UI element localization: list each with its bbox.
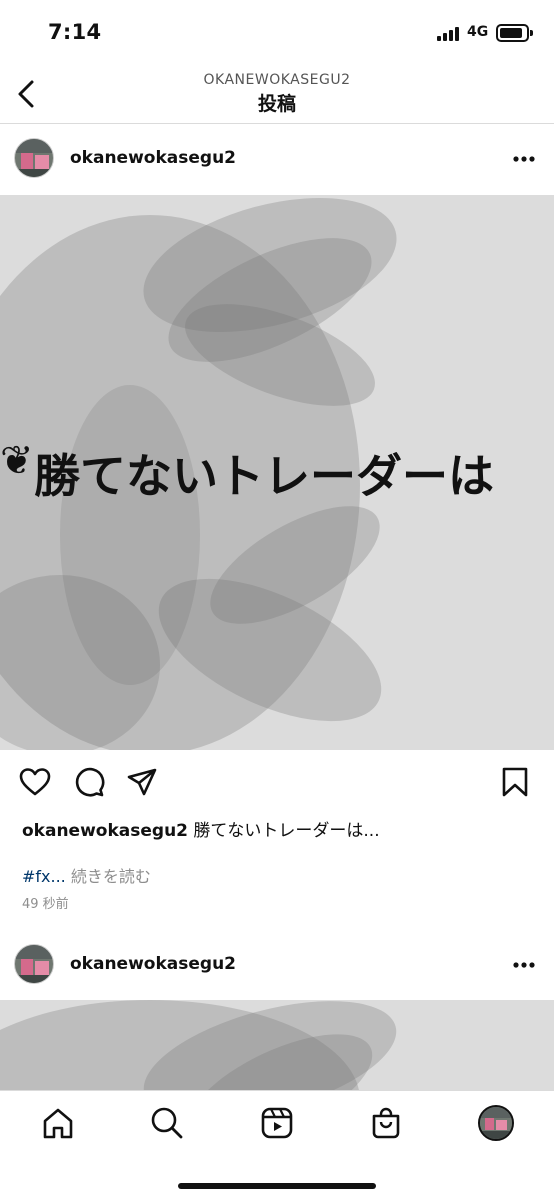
more-button[interactable] bbox=[508, 149, 540, 169]
ellipsis-icon bbox=[513, 962, 535, 968]
post-image-2[interactable] bbox=[0, 1000, 554, 1090]
heart-icon bbox=[19, 768, 51, 796]
save-button[interactable] bbox=[500, 766, 530, 802]
post-timestamp: 49 秒前 bbox=[22, 897, 69, 912]
nav-header: OKANEWOKASEGU2 投稿 bbox=[0, 64, 554, 124]
signal-icon bbox=[437, 27, 463, 41]
caption-username[interactable]: okanewokasegu2 bbox=[22, 821, 188, 841]
post-header: okanewokasegu2 bbox=[0, 124, 554, 194]
reels-icon bbox=[261, 1107, 293, 1139]
read-more-link[interactable]: 続きを読む bbox=[71, 867, 151, 886]
more-button[interactable] bbox=[508, 955, 540, 975]
send-icon bbox=[127, 768, 157, 796]
share-button[interactable] bbox=[126, 766, 158, 802]
post-header-2: okanewokasegu2 bbox=[0, 930, 554, 1000]
tab-profile-avatar[interactable] bbox=[478, 1105, 514, 1141]
post-image[interactable]: ❦ 勝てないトレーダーは bbox=[0, 195, 554, 750]
hashtag-link[interactable]: #fx... bbox=[22, 867, 66, 886]
caption-text: 勝てないトレーダーは... bbox=[193, 821, 380, 841]
like-button[interactable] bbox=[18, 766, 52, 802]
status-bar: 7:14 4G bbox=[0, 0, 554, 64]
shop-icon bbox=[372, 1107, 400, 1139]
search-icon bbox=[151, 1107, 183, 1139]
page-title: 投稿 bbox=[257, 93, 296, 115]
comment-button[interactable] bbox=[73, 766, 105, 802]
avatar[interactable] bbox=[14, 944, 54, 984]
image-text-label: 勝てないトレーダーは bbox=[34, 449, 494, 503]
status-time: 7:14 bbox=[48, 20, 102, 44]
tab-search[interactable] bbox=[149, 1105, 185, 1141]
bookmark-icon bbox=[502, 767, 528, 797]
comment-icon bbox=[75, 767, 105, 797]
home-indicator bbox=[178, 1183, 376, 1189]
header-username: OKANEWOKASEGU2 bbox=[203, 72, 351, 88]
tab-shop[interactable] bbox=[368, 1105, 404, 1141]
ellipsis-icon bbox=[513, 156, 535, 162]
tab-home[interactable] bbox=[40, 1105, 76, 1141]
post-username[interactable]: okanewokasegu2 bbox=[70, 148, 236, 168]
avatar[interactable] bbox=[14, 138, 54, 178]
post-actions bbox=[0, 758, 554, 808]
post-caption: okanewokasegu2 勝てないトレーダーは... bbox=[22, 816, 380, 841]
network-type: 4G bbox=[467, 24, 489, 40]
drop-ornament: ❦ bbox=[0, 438, 34, 484]
tab-bar bbox=[0, 1090, 554, 1200]
home-icon bbox=[43, 1108, 73, 1139]
post-username[interactable]: okanewokasegu2 bbox=[70, 954, 236, 974]
image-text: ❦ 勝てないトレーダーは bbox=[0, 438, 554, 503]
tab-reels[interactable] bbox=[259, 1105, 295, 1141]
caption-tags: #fx... 続きを読む bbox=[22, 863, 151, 887]
profile-avatar bbox=[480, 1107, 512, 1139]
battery-icon bbox=[496, 24, 533, 42]
